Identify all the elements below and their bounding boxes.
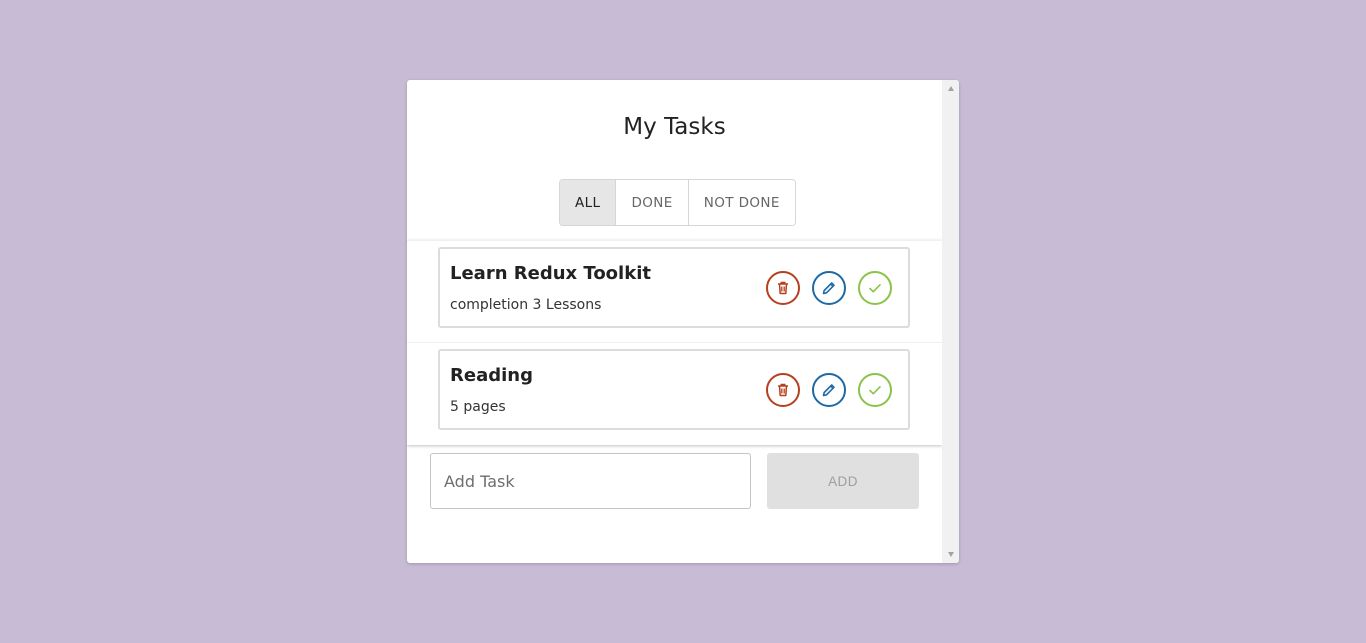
filter-not-done-button[interactable]: NOT DONE: [688, 180, 795, 225]
edit-task-button[interactable]: [812, 271, 846, 305]
delete-task-button[interactable]: [766, 373, 800, 407]
task-card: Reading 5 pages: [438, 349, 910, 430]
complete-task-button[interactable]: [858, 373, 892, 407]
check-icon: [869, 284, 881, 293]
edit-task-button[interactable]: [812, 373, 846, 407]
pencil-icon: [822, 282, 835, 295]
task-card: Learn Redux Toolkit completion 3 Lessons: [438, 247, 910, 328]
filter-done-button[interactable]: DONE: [616, 180, 689, 225]
task-actions: [766, 373, 892, 407]
vertical-scrollbar[interactable]: [942, 80, 959, 563]
pencil-icon: [822, 384, 835, 397]
add-task-input[interactable]: [430, 453, 751, 509]
filter-toggle-group: ALL DONE NOT DONE: [559, 179, 796, 226]
tasks-card: My Tasks ALL DONE NOT DONE Learn Redux T…: [407, 80, 959, 563]
task-list: Learn Redux Toolkit completion 3 Lessons: [407, 240, 942, 445]
list-item: Learn Redux Toolkit completion 3 Lessons: [407, 240, 942, 342]
trash-icon: [778, 281, 788, 295]
filter-all-button[interactable]: ALL: [560, 180, 617, 225]
scroll-up-arrow-icon[interactable]: [942, 80, 959, 97]
check-icon: [869, 386, 881, 395]
task-description: completion 3 Lessons: [450, 297, 602, 313]
list-item: Reading 5 pages: [407, 342, 942, 444]
task-title: Reading: [450, 365, 533, 386]
task-description: 5 pages: [450, 399, 506, 415]
trash-icon: [778, 383, 788, 397]
add-task-button[interactable]: ADD: [767, 453, 919, 509]
delete-task-button[interactable]: [766, 271, 800, 305]
scroll-down-arrow-icon[interactable]: [942, 546, 959, 563]
task-title: Learn Redux Toolkit: [450, 263, 651, 284]
task-actions: [766, 271, 892, 305]
page-title: My Tasks: [623, 114, 726, 140]
complete-task-button[interactable]: [858, 271, 892, 305]
